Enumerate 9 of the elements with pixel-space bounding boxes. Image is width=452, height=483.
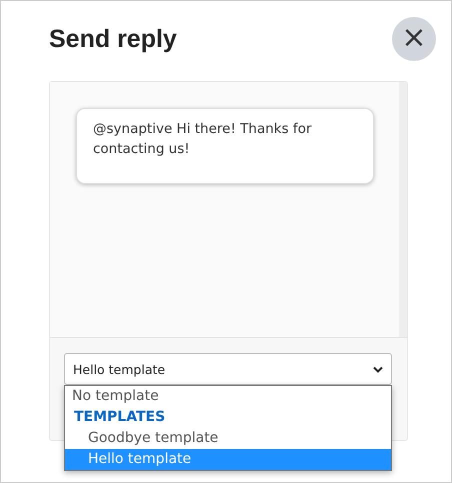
template-select[interactable]: Hello template — [64, 353, 392, 385]
dialog-title: Send reply — [49, 24, 177, 54]
close-button[interactable]: × — [392, 17, 436, 61]
scrollbar[interactable] — [399, 82, 407, 337]
option-group-label: TEMPLATES — [73, 408, 166, 427]
message-field[interactable]: @synaptive Hi there! Thanks for contacting us! — [76, 108, 374, 184]
dropdown-option[interactable]: Goodbye template — [65, 428, 391, 449]
chevron-down-icon — [373, 366, 383, 372]
dropdown-option[interactable]: No template — [65, 386, 391, 407]
